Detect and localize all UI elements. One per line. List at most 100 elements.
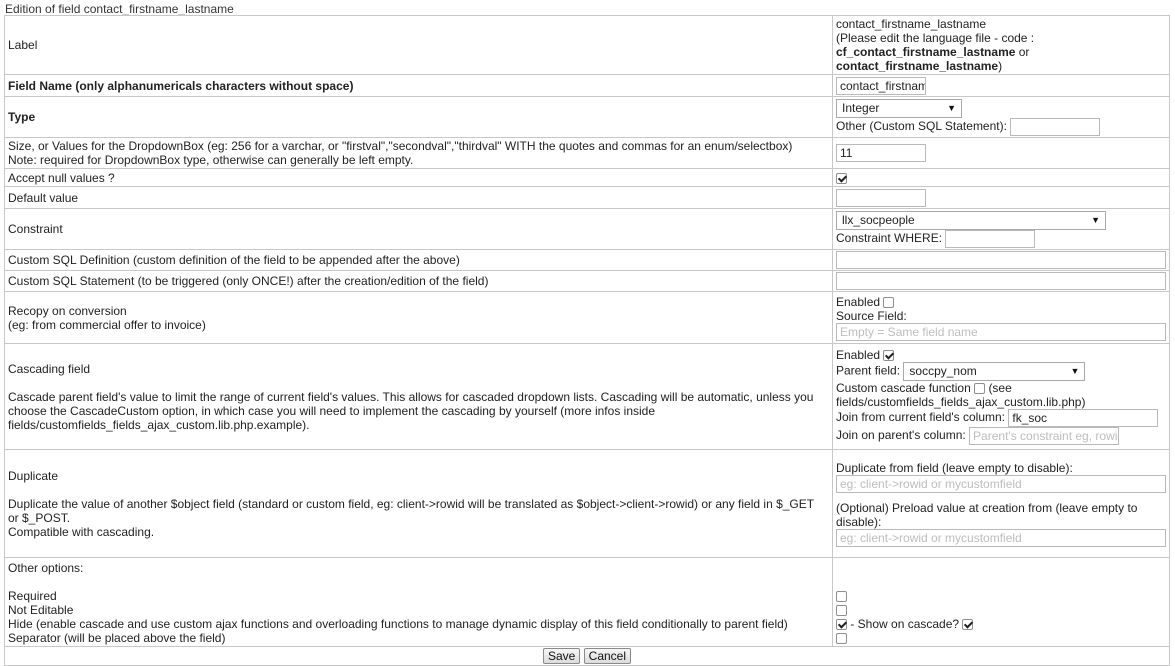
cascading-custom-fn-file: fields/customfields_fields_ajax_custom.l… — [836, 395, 1086, 409]
row-default-value: Default value — [4, 186, 1170, 209]
duplicate-spacer2 — [836, 493, 1166, 501]
constraint-title: Constraint — [4, 208, 833, 250]
row-duplicate: Duplicate Duplicate the value of another… — [4, 449, 1170, 558]
row-field-name: Field Name (only alphanumericals charact… — [4, 74, 1170, 97]
type-title: Type — [8, 110, 36, 124]
other-spacer-r1 — [836, 561, 1166, 575]
duplicate-title-cell: Duplicate Duplicate the value of another… — [4, 449, 833, 558]
recopy-enabled-checkbox[interactable] — [883, 296, 895, 308]
custom-sql-stmt-input[interactable] — [836, 272, 1166, 290]
cascading-join-current-input[interactable]: fk_soc — [1008, 409, 1159, 427]
other-spacer — [8, 575, 829, 589]
cascading-spacer — [8, 376, 829, 390]
other-spacer-r2 — [836, 575, 1166, 589]
hide-checkbox[interactable] — [836, 619, 847, 631]
other-hide-label: Hide (enable cascade and use custom ajax… — [8, 617, 788, 631]
cascading-parent-selected: soccpy_nom — [909, 364, 977, 378]
field-name-title: Field Name (only alphanumericals charact… — [8, 78, 354, 93]
not-editable-checkbox[interactable] — [836, 605, 847, 617]
type-title-cell: Type — [4, 96, 833, 138]
default-value-title: Default value — [4, 186, 833, 209]
row-size: Size, or Values for the DropdownBox (eg:… — [4, 137, 1170, 169]
cascading-desc3: fields/customfields_fields_ajax_custom.l… — [8, 417, 310, 432]
row-buttons: Save Cancel — [4, 646, 1170, 666]
page-caption: Edition of field contact_firstname_lastn… — [5, 2, 234, 16]
constraint-where-label: Constraint WHERE: — [836, 230, 943, 245]
field-name-input[interactable]: contact_firstnam — [836, 76, 926, 95]
label-title: Label — [4, 15, 833, 75]
custom-sql-def-input[interactable] — [836, 251, 1166, 269]
cascading-join-parent-input[interactable]: Parent's constraint eg, rowid — [969, 427, 1120, 445]
row-constraint: Constraint llx_socpeople ▼ Constraint WHE… — [4, 208, 1170, 250]
accept-null-title: Accept null values ? — [4, 168, 833, 187]
label-code1: cf_contact_firstname_lastname — [836, 45, 1016, 59]
label-code2-line: contact_firstname_lastname) — [836, 59, 1166, 73]
duplicate-desc3: Compatible with cascading. — [8, 524, 155, 539]
row-type: Type Integer ▼ Other (Custom SQL Statemen… — [4, 96, 1170, 138]
duplicate-preload-label1: (Optional) Preload value at creation fro… — [836, 500, 1138, 515]
row-cascading: Cascading field Cascade parent field's v… — [4, 343, 1170, 450]
not-editable-line — [836, 603, 1166, 617]
chevron-down-icon: ▼ — [1070, 366, 1080, 376]
recopy-source-input[interactable]: Empty = Same field name — [836, 322, 1166, 341]
other-options-title-cell: Other options: Required Not Editable Hid… — [4, 557, 833, 647]
show-on-cascade-label: - Show on cascade? — [847, 617, 960, 631]
recopy-cell: Enabled Source Field: Empty = Same field… — [832, 291, 1170, 344]
default-value-input[interactable] — [836, 188, 926, 207]
label-value: contact_firstname_lastname — [836, 17, 987, 31]
row-accept-null: Accept null values ? — [4, 168, 1170, 187]
custom-sql-stmt-title: Custom SQL Statement (to be triggered (o… — [4, 270, 833, 292]
custom-sql-def-title: Custom SQL Definition (custom definition… — [4, 249, 833, 271]
cascading-parent-label: Parent field: — [836, 363, 901, 378]
cascading-join-current-label: Join from current field's column: — [836, 410, 1006, 425]
type-selected: Integer — [842, 100, 880, 115]
other-not-editable-label: Not Editable — [8, 603, 74, 617]
size-note: Note: required for DropdownBox type, oth… — [8, 153, 414, 167]
other-options-cell: - Show on cascade? — [832, 557, 1170, 647]
label-value-cell: contact_firstname_lastname (Please edit … — [832, 15, 1170, 75]
row-custom-sql-stmt: Custom SQL Statement (to be triggered (o… — [4, 270, 1170, 292]
cascading-title: Cascading field — [8, 361, 91, 376]
size-title: Size, or Values for the DropdownBox (eg:… — [8, 139, 793, 153]
type-select[interactable]: Integer ▼ — [836, 98, 962, 118]
cascading-enabled-label: Enabled — [836, 348, 881, 362]
row-label: Label contact_firstname_lastname (Please… — [4, 15, 1170, 75]
constraint-select[interactable]: llx_socpeople ▼ — [836, 210, 1106, 230]
separator-line — [836, 631, 1166, 645]
other-separator-label: Separator (will be placed above the fiel… — [8, 631, 226, 645]
hide-line: - Show on cascade? — [836, 617, 1166, 631]
recopy-source-label: Source Field: — [836, 308, 907, 323]
constraint-selected: llx_socpeople — [842, 212, 915, 227]
cancel-button[interactable]: Cancel — [583, 648, 632, 664]
constraint-cell: llx_socpeople ▼ Constraint WHERE: — [832, 208, 1170, 250]
duplicate-title: Duplicate — [8, 468, 59, 483]
required-checkbox[interactable] — [836, 591, 847, 603]
separator-checkbox[interactable] — [836, 633, 847, 645]
row-other-options: Other options: Required Not Editable Hid… — [4, 557, 1170, 647]
cascading-desc1: Cascade parent field's value to limit th… — [8, 389, 814, 404]
accept-null-checkbox[interactable] — [836, 172, 847, 184]
cascading-enabled-checkbox[interactable] — [883, 350, 895, 362]
type-other-input[interactable] — [1010, 117, 1101, 136]
default-value-cell — [832, 186, 1170, 209]
save-button[interactable]: Save — [542, 648, 581, 664]
custom-sql-def-cell — [832, 249, 1170, 271]
recopy-title-cell: Recopy on conversion (eg: from commercia… — [4, 291, 833, 344]
duplicate-desc1: Duplicate the value of another $object f… — [8, 496, 815, 511]
duplicate-desc2: or $_POST. — [8, 510, 71, 525]
size-input[interactable]: 11 — [836, 144, 926, 162]
show-on-cascade-checkbox[interactable] — [962, 619, 974, 631]
label-code2: contact_firstname_lastname — [836, 59, 999, 73]
cascading-join-parent-label: Join on parent's column: — [836, 428, 966, 443]
duplicate-cell: Duplicate from field (leave empty to dis… — [832, 449, 1170, 558]
duplicate-preload-input[interactable]: eg: client->rowid or mycustomfield — [836, 528, 1166, 547]
cascading-custom-fn-checkbox[interactable] — [974, 383, 986, 395]
label-note: (Please edit the language file - code : — [836, 31, 1035, 45]
duplicate-from-input[interactable]: eg: client->rowid or mycustomfield — [836, 474, 1166, 493]
constraint-where-input[interactable] — [945, 229, 1036, 248]
other-required-label: Required — [8, 589, 57, 603]
recopy-title: Recopy on conversion — [8, 303, 127, 318]
cascading-parent-select[interactable]: soccpy_nom ▼ — [903, 362, 1086, 381]
chevron-down-icon: ▼ — [1091, 214, 1100, 225]
cascading-custom-fn-label: Custom cascade function — [836, 381, 971, 395]
